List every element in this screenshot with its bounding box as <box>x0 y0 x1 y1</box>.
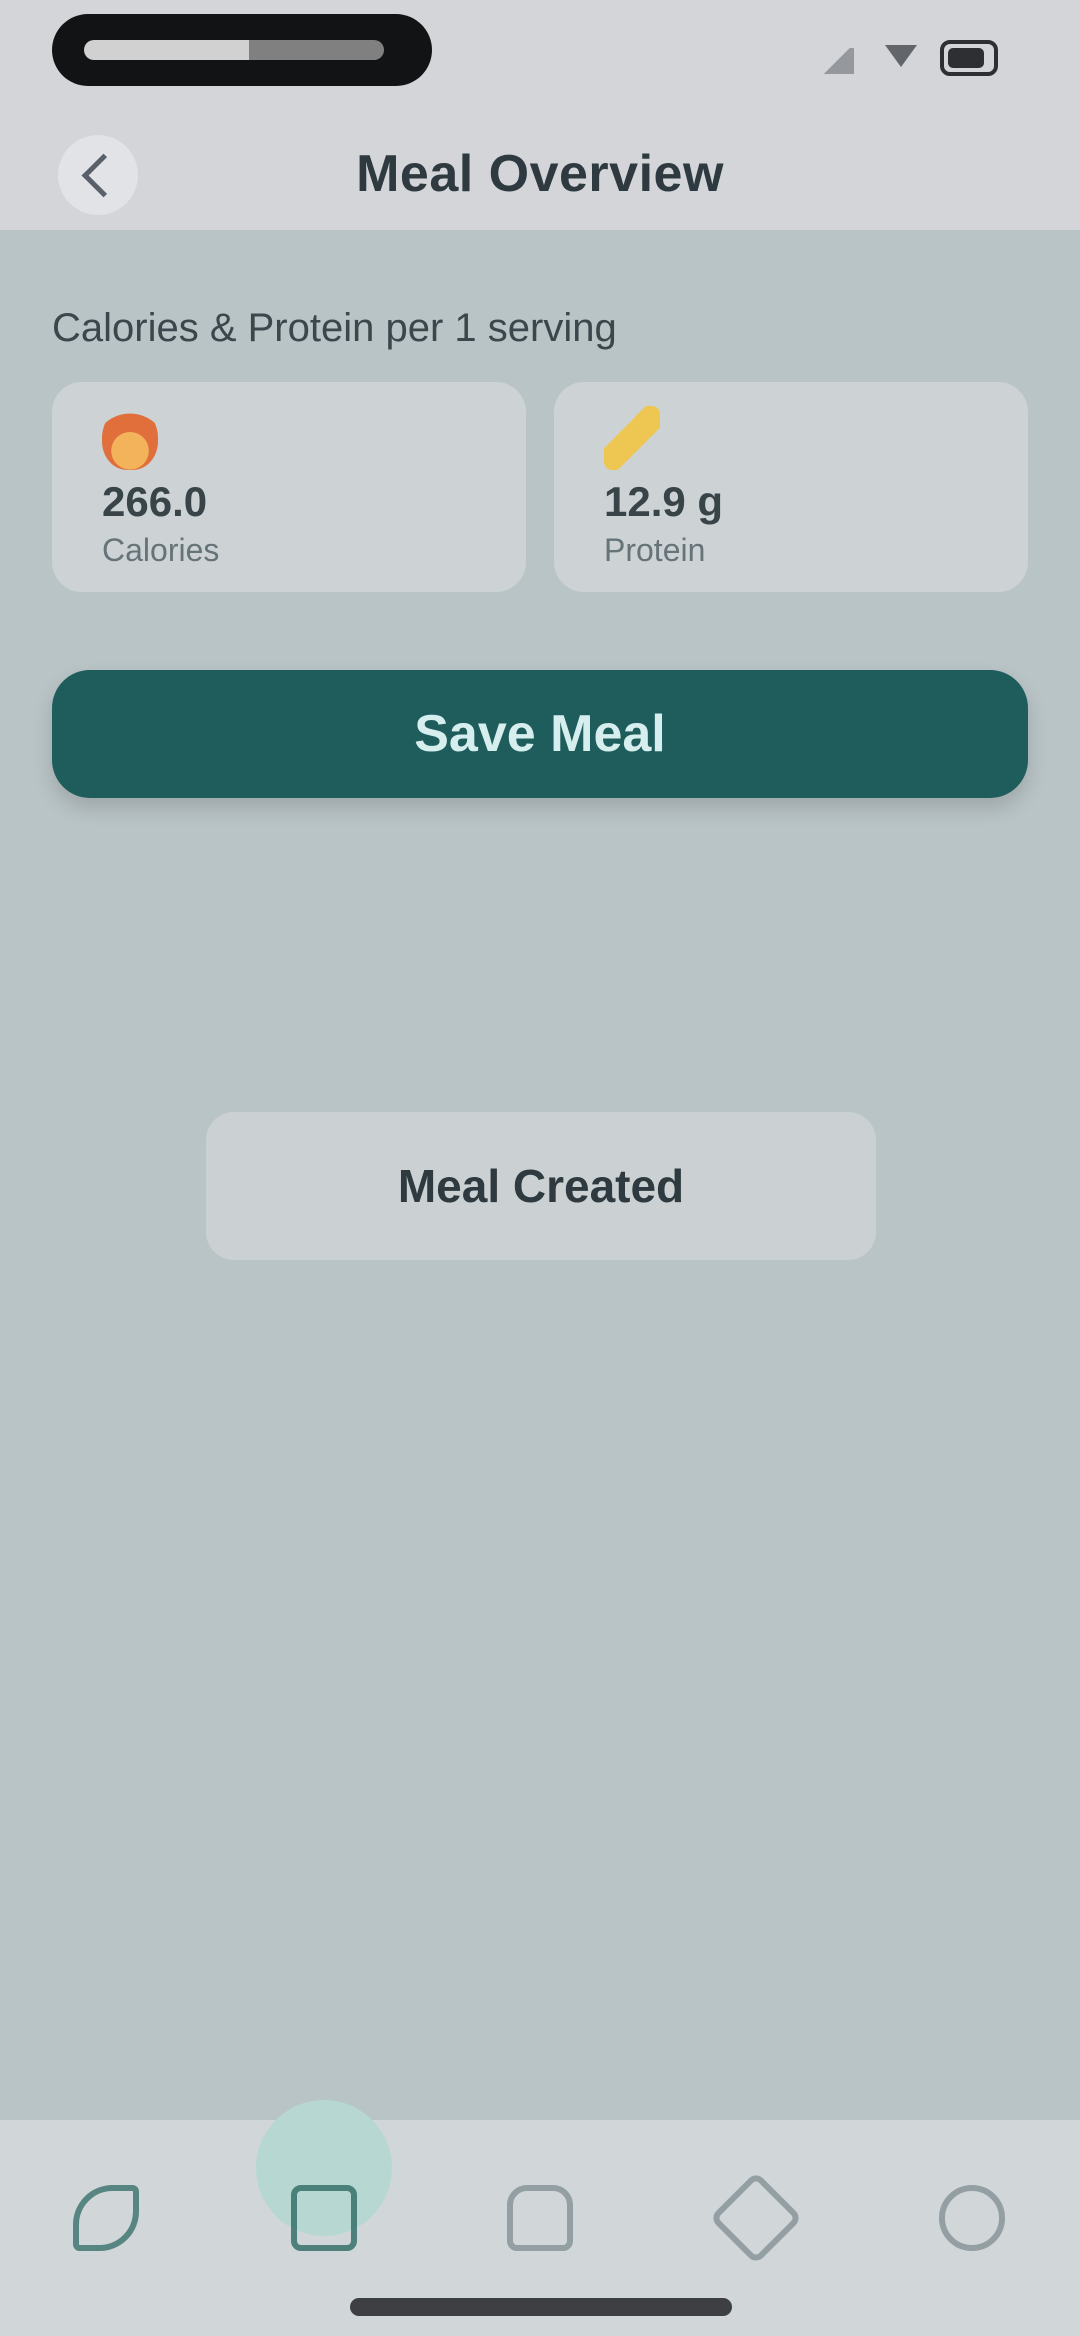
section-label: Calories & Protein per 1 serving <box>52 306 617 350</box>
wifi-icon <box>885 45 917 67</box>
nav-item-cube[interactable] <box>706 2168 806 2268</box>
bolt-icon <box>604 406 660 470</box>
nav-item-document[interactable] <box>274 2168 374 2268</box>
toast-meal-created: Meal Created <box>206 1112 876 1260</box>
save-meal-button[interactable]: Save Meal <box>52 670 1028 798</box>
cube-icon <box>709 2171 803 2265</box>
settings-icon <box>939 2185 1005 2251</box>
home-icon <box>507 2185 573 2251</box>
status-pill <box>52 14 432 86</box>
status-pill-content <box>84 40 384 60</box>
page-title: Meal Overview <box>356 145 724 203</box>
flame-icon <box>102 406 158 470</box>
calories-value: 266.0 <box>102 478 208 525</box>
signal-icon <box>820 48 854 74</box>
nav-item-leaf[interactable] <box>56 2168 156 2268</box>
protein-card: 12.9 g Protein <box>554 382 1028 592</box>
top-bar: Meal Overview <box>0 0 1080 230</box>
battery-icon <box>940 40 998 76</box>
nav-item-home[interactable] <box>490 2168 590 2268</box>
protein-label: Protein <box>604 532 706 568</box>
home-indicator <box>350 2298 732 2316</box>
protein-value: 12.9 g <box>604 478 724 525</box>
nav-item-settings[interactable] <box>922 2168 1022 2268</box>
calories-card: 266.0 Calories <box>52 382 526 592</box>
calories-label: Calories <box>102 532 220 568</box>
document-icon <box>291 2185 357 2251</box>
leaf-icon <box>73 2185 139 2251</box>
